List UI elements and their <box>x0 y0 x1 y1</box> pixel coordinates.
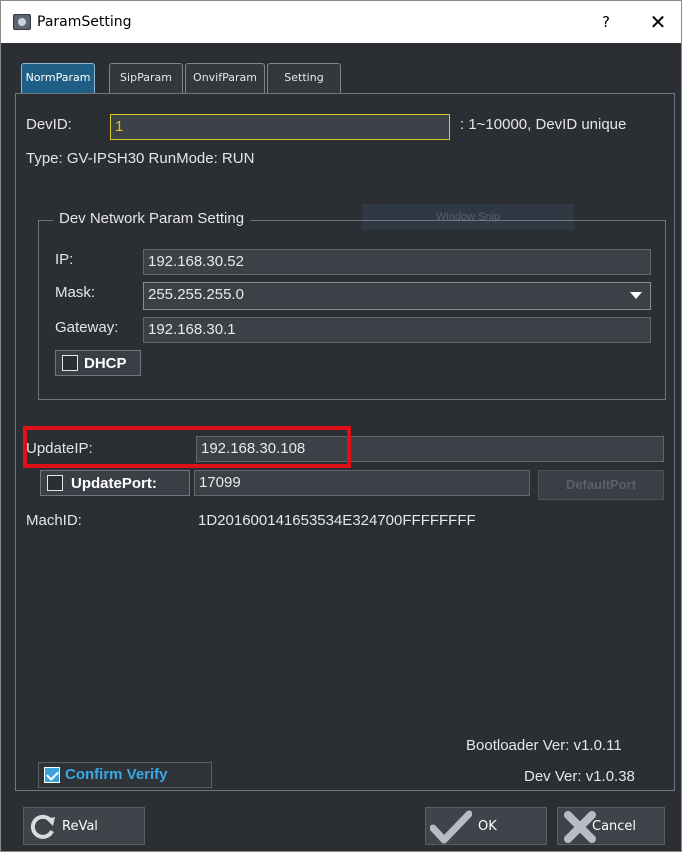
tab-onvifparam[interactable]: OnvifParam <box>185 63 265 93</box>
close-button[interactable]: ✕ <box>643 8 673 36</box>
gateway-input[interactable]: 192.168.30.1 <box>143 317 651 343</box>
ok-label: OK <box>478 819 497 834</box>
dev-network-groupbox: Dev Network Param Setting IP: 192.168.30… <box>38 210 666 400</box>
normparam-pane: DevID: 1 : 1~10000, DevID unique Type: G… <box>15 93 675 791</box>
confirm-check-icon[interactable] <box>44 767 60 783</box>
checkmark-icon <box>430 810 472 844</box>
chevron-down-icon[interactable] <box>630 292 642 299</box>
reval-label: ReVal <box>62 819 98 834</box>
confirm-verify-checkbox[interactable]: Confirm Verify <box>38 762 212 788</box>
cancel-label: Cancel <box>592 819 637 834</box>
cancel-button[interactable]: Cancel <box>557 807 665 845</box>
mask-select[interactable]: 255.255.255.0 <box>143 282 651 310</box>
mask-label: Mask: <box>55 284 96 301</box>
red-highlight-box <box>23 426 351 468</box>
tab-setting[interactable]: Setting <box>267 63 341 93</box>
update-port-input[interactable]: 17099 <box>194 470 530 496</box>
ip-label: IP: <box>55 251 74 268</box>
bootloader-version: Bootloader Ver: v1.0.11 <box>466 737 622 754</box>
dhcp-label: DHCP <box>84 355 127 372</box>
refresh-icon <box>30 814 55 839</box>
confirm-verify-label: Confirm Verify <box>65 766 168 783</box>
default-port-button[interactable]: DefaultPort <box>538 470 664 500</box>
mask-value: 255.255.255.0 <box>148 286 244 303</box>
group-title: Dev Network Param Setting <box>53 210 251 227</box>
dev-version: Dev Ver: v1.0.38 <box>524 768 635 785</box>
mach-id-label: MachID: <box>26 512 82 529</box>
devid-input[interactable]: 1 <box>110 114 450 140</box>
param-setting-window: ParamSetting ? ✕ NormParam SipParam Onvi… <box>0 0 682 852</box>
help-button[interactable]: ? <box>594 10 618 34</box>
mach-id-value: 1D201600141653534E324700FFFFFFFF <box>198 512 476 529</box>
devid-label: DevID: <box>26 116 72 133</box>
update-port-check-icon[interactable] <box>47 475 63 491</box>
ip-input[interactable]: 192.168.30.52 <box>143 249 651 275</box>
gateway-label: Gateway: <box>55 319 119 336</box>
ok-button[interactable]: OK <box>425 807 547 845</box>
devid-hint: : 1~10000, DevID unique <box>460 116 627 133</box>
dhcp-check-icon[interactable] <box>62 355 78 371</box>
dhcp-checkbox[interactable]: DHCP <box>55 350 141 376</box>
update-port-label: UpdatePort: <box>71 475 157 492</box>
type-runmode-text: Type: GV-IPSH30 RunMode: RUN <box>26 150 255 167</box>
app-settings-icon <box>13 14 31 30</box>
tab-sipparam[interactable]: SipParam <box>109 63 183 93</box>
window-title: ParamSetting <box>37 14 132 30</box>
reval-button[interactable]: ReVal <box>23 807 145 845</box>
title-bar: ParamSetting ? ✕ <box>1 1 681 43</box>
update-port-checkbox[interactable]: UpdatePort: <box>40 470 190 496</box>
tab-normparam[interactable]: NormParam <box>21 63 95 93</box>
